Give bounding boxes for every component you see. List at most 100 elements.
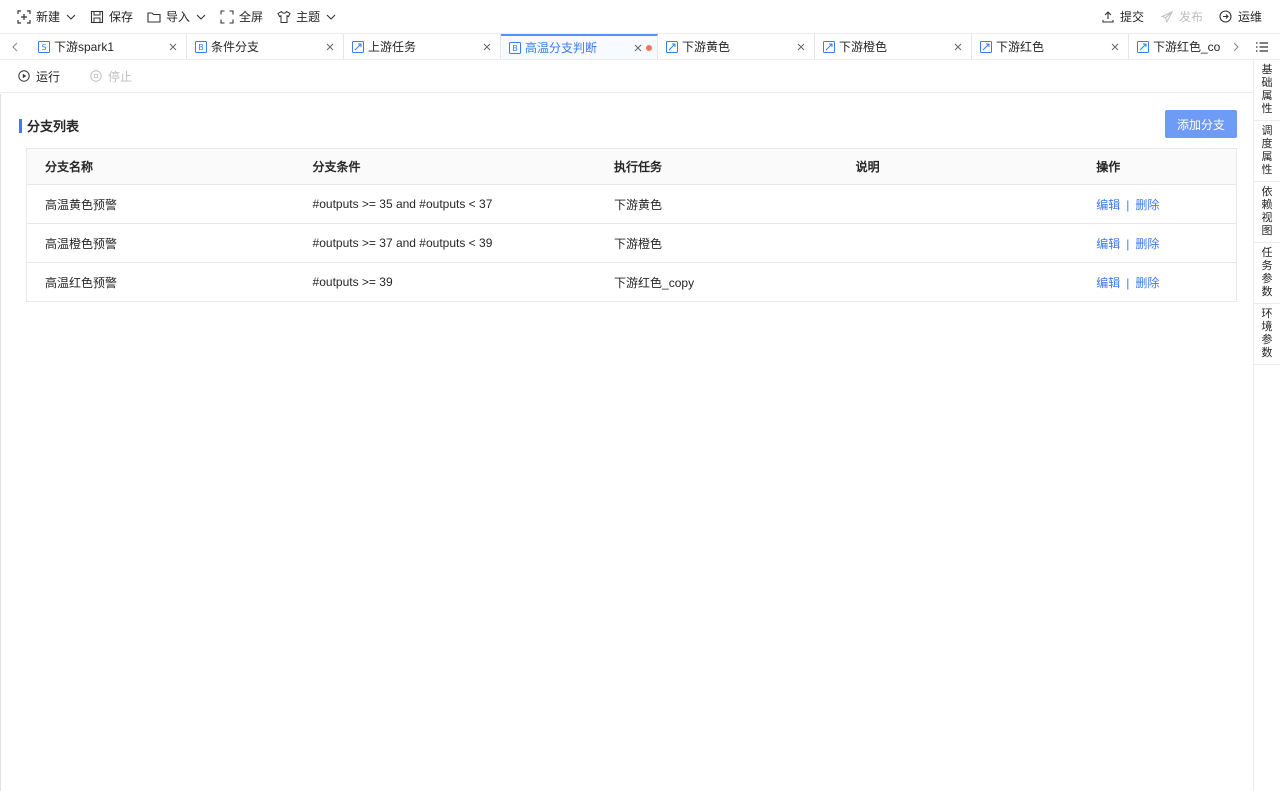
shell-icon [666,40,678,53]
branch-icon: B [195,40,207,53]
stop-button[interactable]: 停止 [90,68,132,85]
table-row: 高温橙色预警 #outputs >= 37 and #outputs < 39 … [27,223,1236,262]
delete-link[interactable]: 删除 [1135,198,1159,212]
edit-link[interactable]: 编辑 [1096,237,1120,251]
tab-scroll-left[interactable] [0,34,30,59]
column-header: 说明 [855,160,880,174]
table-header-row: 分支名称 分支条件 执行任务 说明 操作 [27,149,1236,184]
chevron-down-icon [196,12,206,22]
close-icon[interactable] [482,42,492,52]
svg-text:B: B [198,43,204,52]
ops-label: 运维 [1237,10,1262,24]
save-icon [90,10,104,24]
tab-downstream-red[interactable]: 下游红色 [972,34,1129,59]
table-row: 高温红色预警 #outputs >= 39 下游红色_copy 编辑 | 删除 [27,262,1236,301]
side-item-schedule-props[interactable]: 调度属性 [1254,121,1280,182]
tab-downstream-red-copy[interactable]: 下游红色_co [1129,34,1228,59]
stop-icon [90,70,102,82]
upload-icon [1101,10,1115,24]
close-icon[interactable] [325,42,335,52]
branch-table: 分支名称 分支条件 执行任务 说明 操作 高温黄色预警 #outputs >= … [26,148,1237,302]
section-accent-bar [19,118,22,133]
save-label: 保存 [109,10,134,24]
branch-name: 高温黄色预警 [45,197,118,212]
close-icon[interactable] [953,42,963,52]
tab-downstream-yellow[interactable]: 下游黄色 [658,34,815,59]
branch-name: 高温红色预警 [45,275,118,290]
edit-link[interactable]: 编辑 [1096,276,1120,290]
close-icon[interactable] [796,42,806,52]
side-item-task-params[interactable]: 任务参数 [1254,243,1280,304]
branch-condition: #outputs >= 39 [312,275,393,289]
close-icon[interactable] [633,43,643,53]
run-toolbar: 运行 停止 [0,60,1253,93]
tab-label: 下游红色_co [1153,40,1221,54]
shell-icon [1137,40,1149,53]
tabs-list: S 下游spark1 B 条件分支 上游任务 B 高温分支判断 下游黄色 下游橙… [30,34,1228,59]
new-button[interactable]: 新建 [17,8,76,25]
column-header: 分支条件 [312,160,361,174]
column-header: 分支名称 [45,160,94,174]
stop-label: 停止 [108,69,133,84]
fullscreen-button[interactable]: 全屏 [220,8,263,25]
tab-label: 下游黄色 [682,40,731,54]
branch-task: 下游橙色 [614,236,663,251]
tab-label: 下游红色 [996,40,1045,54]
shell-icon [352,40,364,53]
side-panel: 基础属性 调度属性 依赖视图 任务参数 环境参数 [1253,60,1280,791]
close-icon[interactable] [1110,42,1120,52]
action-separator: | [1126,236,1130,251]
edit-link[interactable]: 编辑 [1096,198,1120,212]
branch-condition: #outputs >= 37 and #outputs < 39 [312,236,493,250]
new-label: 新建 [36,10,61,24]
folder-icon [147,10,161,24]
tab-spark1[interactable]: S 下游spark1 [30,34,187,59]
chevron-right-icon [1233,42,1239,51]
tab-scroll-right[interactable] [1228,42,1244,52]
side-item-env-params[interactable]: 环境参数 [1254,304,1280,365]
tab-list-button[interactable] [1244,41,1280,53]
tab-condition-branch[interactable]: B 条件分支 [187,34,344,59]
run-label: 运行 [36,69,61,84]
import-label: 导入 [166,10,191,24]
save-button[interactable]: 保存 [90,8,133,25]
column-header: 操作 [1096,160,1121,174]
tab-bar: S 下游spark1 B 条件分支 上游任务 B 高温分支判断 下游黄色 下游橙… [0,33,1280,60]
section-header: 分支列表 [19,116,79,135]
tab-downstream-orange[interactable]: 下游橙色 [815,34,972,59]
theme-icon [277,10,291,24]
tab-high-temp-branch[interactable]: B 高温分支判断 [501,34,658,59]
import-button[interactable]: 导入 [147,8,206,25]
submit-button[interactable]: 提交 [1101,8,1144,25]
tab-upstream-task[interactable]: 上游任务 [344,34,501,59]
theme-button[interactable]: 主题 [277,8,336,25]
column-header: 执行任务 [614,160,663,174]
side-item-basic-props[interactable]: 基础属性 [1254,60,1280,121]
publish-button[interactable]: 发布 [1160,8,1203,25]
tab-label: 高温分支判断 [525,41,598,55]
add-branch-button[interactable]: 添加分支 [1165,110,1237,138]
svg-text:S: S [41,43,46,52]
delete-link[interactable]: 删除 [1135,276,1159,290]
side-item-dependency-view[interactable]: 依赖视图 [1254,182,1280,243]
shell-icon [980,40,992,53]
svg-text:B: B [512,44,518,53]
delete-link[interactable]: 删除 [1135,237,1159,251]
branch-task: 下游红色_copy [614,275,695,290]
branch-task: 下游黄色 [614,197,663,212]
modified-indicator [646,45,652,51]
tab-bar-right [1228,34,1280,59]
ops-button[interactable]: 运维 [1219,8,1262,25]
spark-icon: S [38,40,50,53]
theme-label: 主题 [296,10,321,24]
row-actions: 编辑 | 删除 [1078,274,1236,291]
action-separator: | [1126,197,1130,212]
publish-label: 发布 [1178,10,1203,24]
run-button[interactable]: 运行 [18,68,60,85]
shell-icon [823,40,835,53]
tab-label: 条件分支 [211,40,260,54]
main-content: 分支列表 添加分支 分支名称 分支条件 执行任务 说明 操作 高温黄色预警 #o… [0,94,1253,791]
list-icon [1256,41,1268,52]
close-icon[interactable] [168,42,178,52]
chevron-down-icon [66,12,76,22]
